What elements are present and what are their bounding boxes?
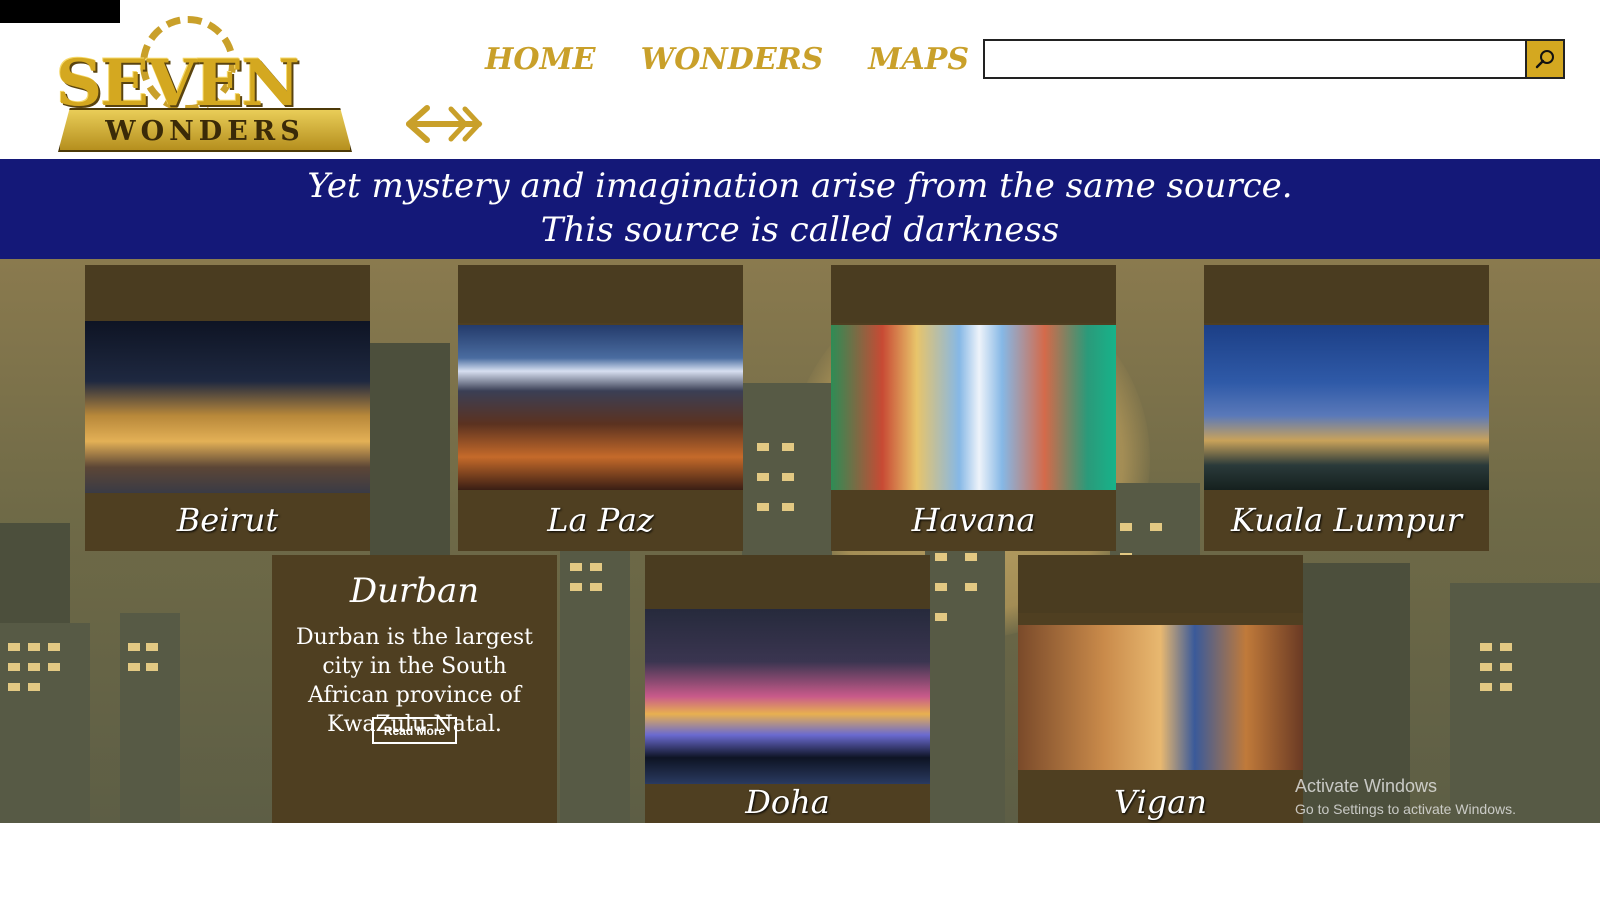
card-header bbox=[458, 265, 743, 323]
city-card-havana[interactable]: Havana bbox=[831, 265, 1116, 551]
featured-city-card-durban: Durban Durban is the largest city in the… bbox=[272, 555, 557, 823]
city-card-doha[interactable]: Doha bbox=[645, 555, 930, 823]
search-button[interactable] bbox=[1525, 41, 1563, 77]
activate-windows-watermark: Activate Windows Go to Settings to activ… bbox=[1295, 776, 1516, 817]
featured-city-title: Durban bbox=[349, 571, 480, 611]
city-card-title: La Paz bbox=[547, 501, 654, 539]
la-paz-photo bbox=[458, 325, 743, 490]
watermark-subtitle: Go to Settings to activate Windows. bbox=[1295, 801, 1516, 817]
skyline-building bbox=[120, 613, 180, 823]
logo-banner: WONDERS bbox=[58, 108, 352, 152]
logo-sub-text: WONDERS bbox=[105, 116, 305, 147]
vigan-photo bbox=[1018, 625, 1303, 770]
read-more-button[interactable]: Read More bbox=[372, 717, 457, 744]
skyline-building bbox=[0, 623, 90, 823]
skyline-building bbox=[925, 523, 1005, 823]
card-header bbox=[831, 265, 1116, 323]
card-header bbox=[1204, 265, 1489, 323]
doha-photo bbox=[645, 609, 930, 784]
quote-banner: Yet mystery and imagination arise from t… bbox=[0, 159, 1600, 259]
city-gallery: Beirut La Paz Havana Kuala Lumpur Durban… bbox=[0, 259, 1600, 823]
city-card-beirut[interactable]: Beirut bbox=[85, 265, 370, 551]
city-card-title: Kuala Lumpur bbox=[1231, 501, 1462, 539]
city-card-vigan[interactable]: Vigan bbox=[1018, 555, 1303, 823]
seven-wonders-logo[interactable]: SEVEN WONDERS bbox=[52, 16, 357, 152]
back-arrow-icon[interactable] bbox=[403, 101, 483, 147]
city-card-title: Vigan bbox=[1114, 783, 1207, 821]
beirut-photo bbox=[85, 321, 370, 493]
card-header bbox=[645, 555, 930, 613]
quote-line-2: This source is called darkness bbox=[540, 210, 1060, 250]
main-nav: HOME WONDERS MAPS bbox=[485, 42, 969, 77]
logo-main-text: SEVEN bbox=[56, 46, 300, 121]
nav-maps-link[interactable]: MAPS bbox=[868, 42, 969, 77]
nav-home-link[interactable]: HOME bbox=[485, 42, 596, 77]
city-card-title: Havana bbox=[911, 501, 1036, 539]
havana-photo bbox=[831, 325, 1116, 490]
quote-line-1: Yet mystery and imagination arise from t… bbox=[307, 166, 1293, 206]
card-header bbox=[1018, 555, 1303, 613]
search-box bbox=[983, 39, 1565, 79]
kuala-lumpur-photo bbox=[1204, 325, 1489, 490]
skyline-building bbox=[560, 523, 630, 823]
city-card-kuala-lumpur[interactable]: Kuala Lumpur bbox=[1204, 265, 1489, 551]
city-card-la-paz[interactable]: La Paz bbox=[458, 265, 743, 551]
city-card-title: Doha bbox=[745, 783, 830, 821]
city-card-title: Beirut bbox=[176, 501, 279, 539]
watermark-title: Activate Windows bbox=[1295, 776, 1438, 796]
nav-wonders-link[interactable]: WONDERS bbox=[641, 42, 824, 77]
search-icon bbox=[1535, 50, 1554, 69]
card-header bbox=[85, 265, 370, 323]
search-input[interactable] bbox=[985, 41, 1525, 77]
